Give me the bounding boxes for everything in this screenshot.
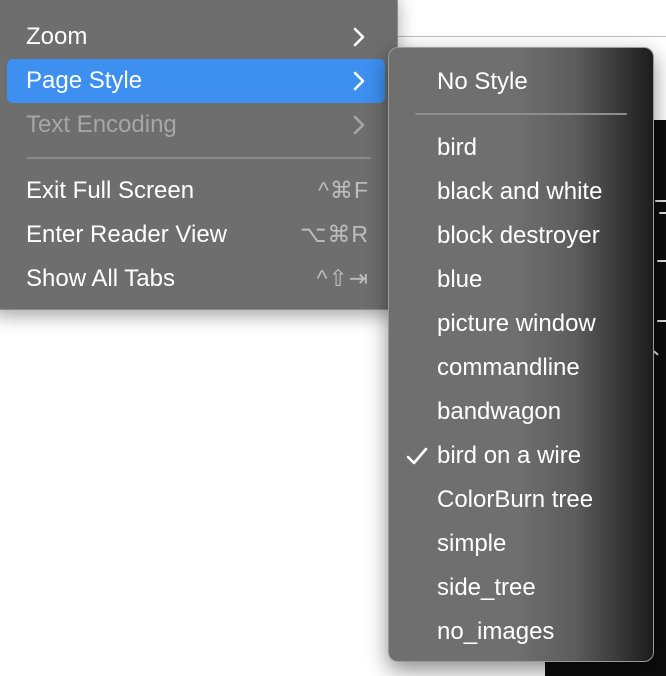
menu-item-label: Exit Full Screen (26, 177, 195, 204)
scribble-mark (653, 350, 659, 356)
menu-item-label: Text Encoding (26, 111, 177, 138)
submenu-item-label: bird (437, 134, 478, 161)
chevron-right-icon (353, 71, 365, 91)
submenu-item-no-style[interactable]: No Style (389, 60, 653, 104)
menu-item-label: Zoom (26, 23, 88, 50)
menu-item-enter-reader-view[interactable]: Enter Reader View ⌥⌘R (7, 213, 385, 257)
submenu-item-style[interactable]: bird (389, 126, 653, 170)
submenu-item-label: No Style (437, 68, 528, 95)
submenu-item-label: ColorBurn tree (437, 486, 594, 513)
keyboard-shortcut: ^⇧⇥ (316, 265, 369, 291)
submenu-item-label: bird on a wire (437, 442, 582, 469)
submenu-item-style[interactable]: no_images (389, 610, 653, 654)
menu-item-label: Page Style (26, 67, 143, 94)
checkmark-icon (406, 447, 428, 465)
submenu-item-label: picture window (437, 310, 596, 337)
menu-item-page-style[interactable]: Page Style (7, 59, 385, 103)
submenu-item-style[interactable]: side_tree (389, 566, 653, 610)
scribble-mark (659, 212, 666, 214)
submenu-item-label: bandwagon (437, 398, 562, 425)
submenu-item-style[interactable]: block destroyer (389, 214, 653, 258)
menu-item-text-encoding[interactable]: Text Encoding (7, 103, 385, 147)
submenu-item-style[interactable]: picture window (389, 302, 653, 346)
submenu-item-style[interactable]: black and white (389, 170, 653, 214)
page-style-submenu: No Style bird black and white block dest… (388, 47, 654, 662)
scribble-mark (657, 320, 666, 322)
submenu-item-label: no_images (437, 618, 555, 645)
scribble-mark (657, 260, 666, 262)
submenu-item-label: commandline (437, 354, 580, 381)
view-menu: Zoom Page Style Text Encoding Exit Full … (0, 0, 398, 310)
menu-item-exit-full-screen[interactable]: Exit Full Screen ^⌘F (7, 169, 385, 213)
keyboard-shortcut: ^⌘F (318, 177, 369, 203)
submenu-item-style[interactable]: bandwagon (389, 390, 653, 434)
submenu-item-style[interactable]: commandline (389, 346, 653, 390)
submenu-item-label: block destroyer (437, 222, 600, 249)
submenu-item-label: side_tree (437, 574, 536, 601)
scribble-mark (655, 200, 666, 202)
submenu-separator (415, 113, 627, 115)
menu-item-zoom[interactable]: Zoom (7, 15, 385, 59)
submenu-item-label: blue (437, 266, 483, 293)
menu-separator (26, 157, 371, 159)
menu-item-label: Show All Tabs (26, 265, 175, 292)
submenu-item-label: simple (437, 530, 507, 557)
submenu-item-style[interactable]: simple (389, 522, 653, 566)
chevron-right-icon (353, 115, 365, 135)
submenu-item-style[interactable]: ColorBurn tree (389, 478, 653, 522)
submenu-item-style[interactable]: blue (389, 258, 653, 302)
menu-item-show-all-tabs[interactable]: Show All Tabs ^⇧⇥ (7, 257, 385, 301)
submenu-item-label: black and white (437, 178, 603, 205)
submenu-item-style-checked[interactable]: bird on a wire (389, 434, 653, 478)
keyboard-shortcut: ⌥⌘R (299, 221, 369, 247)
menu-item-label: Enter Reader View (26, 221, 227, 248)
chevron-right-icon (353, 27, 365, 47)
page-top-bar (396, 0, 666, 37)
